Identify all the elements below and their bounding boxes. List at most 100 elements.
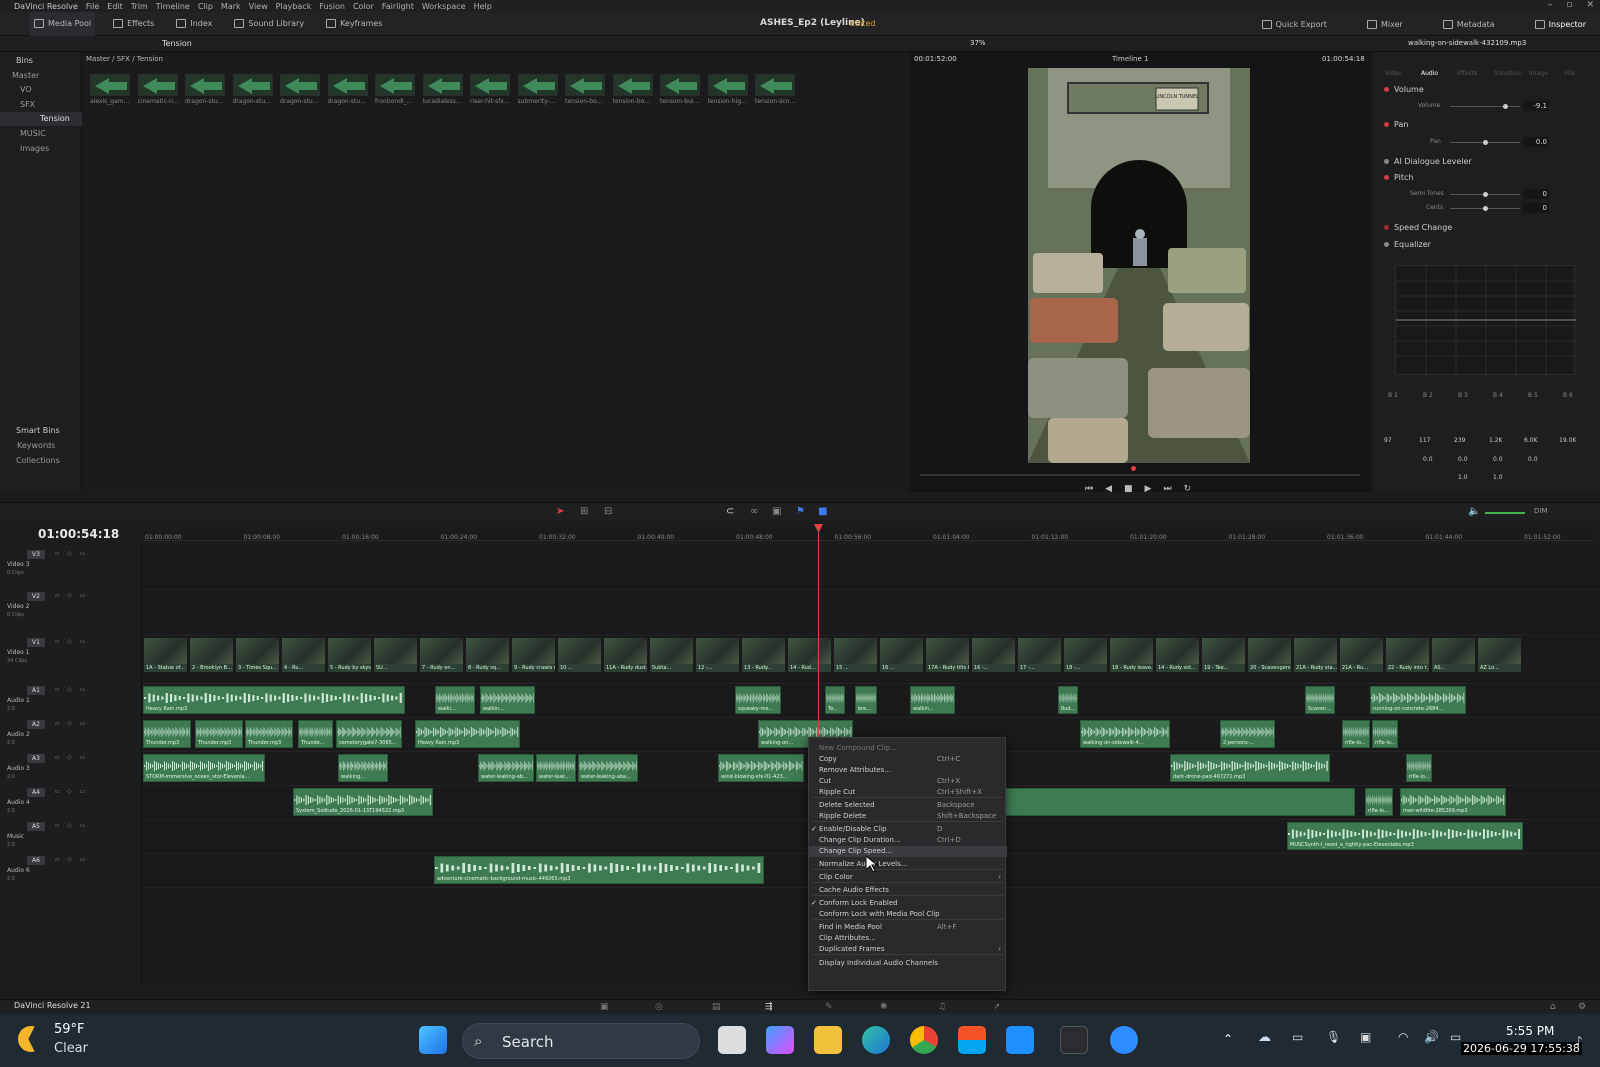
- video-clip[interactable]: AS...: [1431, 637, 1476, 673]
- menu-item-copy[interactable]: Copy Ctrl+C: [809, 754, 1007, 765]
- taskbar-search-text[interactable]: Search: [502, 1033, 554, 1051]
- track-header-v3[interactable]: V3 Video 3 0 Clips ▫◇▭: [0, 548, 142, 590]
- audio-clip[interactable]: MUSCSynth-I_need_a_tightly-pac-Elevenlab…: [1287, 822, 1523, 850]
- audio-clip[interactable]: running-on-concrete-2684...: [1370, 686, 1466, 714]
- menu-item-display-individual-audio-channels[interactable]: Display Individual Audio Channels: [809, 958, 1007, 969]
- store-icon[interactable]: [958, 1026, 986, 1054]
- menu-item-duplicated-frames[interactable]: Duplicated Frames ›: [809, 944, 1007, 955]
- video-clip[interactable]: 22 - Rudy into t...: [1385, 637, 1430, 673]
- video-clip[interactable]: 14 - Rud...: [787, 637, 832, 673]
- step-back-icon[interactable]: ◀: [1105, 484, 1112, 494]
- track-id-badge[interactable]: A1: [27, 686, 45, 695]
- audio-clip[interactable]: walkin...: [910, 686, 955, 714]
- screen-icon[interactable]: ▣: [1360, 1030, 1371, 1044]
- audio-clip[interactable]: Thunde...: [298, 720, 333, 748]
- dim-button[interactable]: DIM: [1534, 507, 1548, 515]
- video-clip[interactable]: 19 - Tee...: [1201, 637, 1246, 673]
- audio-clip[interactable]: Thunder.mp3: [195, 720, 243, 748]
- track-id-badge[interactable]: A5: [27, 822, 45, 831]
- menu-edit[interactable]: Edit: [107, 2, 123, 11]
- eq-band-frequency[interactable]: 6.0K: [1524, 437, 1537, 444]
- edge-icon[interactable]: [862, 1026, 890, 1054]
- inspector-tab-transition[interactable]: Transition: [1493, 70, 1522, 77]
- loop-icon[interactable]: ↻: [1184, 484, 1192, 494]
- audio-clip[interactable]: rifle-lo...: [1342, 720, 1370, 748]
- menu-item-ripple-cut[interactable]: Ripple Cut Ctrl+Shift+X: [809, 787, 1007, 798]
- inspector-button[interactable]: Inspector: [1531, 12, 1590, 36]
- eq-band-frequency[interactable]: 97: [1384, 437, 1392, 444]
- volume-slider-knob[interactable]: [1502, 104, 1508, 109]
- lock-icon[interactable]: ▣: [772, 506, 781, 517]
- metadata-button[interactable]: Metadata: [1439, 12, 1499, 36]
- semitones-value[interactable]: 0: [1523, 189, 1549, 199]
- menu-mark[interactable]: Mark: [221, 2, 241, 11]
- media-pool-clip[interactable]: tension-bui...: [660, 74, 704, 105]
- speed-change-enable-icon[interactable]: [1384, 225, 1389, 230]
- taskbar-search[interactable]: [462, 1023, 700, 1059]
- menu-item-conform-lock-with-media-pool-clip[interactable]: Conform Lock with Media Pool Clip: [809, 909, 1007, 920]
- volume-value[interactable]: -9.1: [1523, 101, 1549, 111]
- video-clip[interactable]: 21A - Ru...: [1339, 637, 1384, 673]
- eq-band-frequency[interactable]: 117: [1419, 437, 1430, 444]
- maximize-icon[interactable]: ▫: [1566, 0, 1572, 10]
- track-id-badge[interactable]: V3: [27, 550, 45, 559]
- track-id-badge[interactable]: A6: [27, 856, 45, 865]
- track-controls-icon[interactable]: ▫◇▭: [55, 788, 93, 795]
- audio-clip[interactable]: walking-on-sidewalk-4...: [1080, 720, 1170, 748]
- menu-color[interactable]: Color: [353, 2, 374, 11]
- media-pool-clip[interactable]: riser-hit-sfx...: [470, 74, 514, 105]
- bin-vo[interactable]: VO: [0, 83, 82, 97]
- settings-gear-icon[interactable]: ⚙: [1578, 1002, 1586, 1012]
- equalizer-enable-icon[interactable]: [1384, 242, 1389, 247]
- play-icon[interactable]: ▶: [1145, 484, 1152, 494]
- audio-clip[interactable]: STORM-immersive_ocean_stor-Elevenla...: [143, 754, 265, 782]
- inspector-tab-audio[interactable]: Audio: [1421, 70, 1438, 77]
- audio-clip[interactable]: 2-persons-...: [1220, 720, 1275, 748]
- track-lane[interactable]: [142, 590, 1600, 636]
- track-controls-icon[interactable]: ▫◇▭: [55, 822, 93, 829]
- task-view-icon[interactable]: [718, 1026, 746, 1054]
- menu-playback[interactable]: Playback: [276, 2, 312, 11]
- media-pool-clip[interactable]: fronbondi_...: [375, 74, 419, 105]
- eq-band-q[interactable]: 1.0: [1458, 474, 1468, 481]
- bin-music[interactable]: MUSIC: [0, 127, 82, 141]
- menu-trim[interactable]: Trim: [131, 2, 148, 11]
- eq-band-label[interactable]: B 3: [1458, 392, 1468, 399]
- menu-item-new-compound-clip[interactable]: New Compound Clip...: [809, 743, 1007, 754]
- audio-clip[interactable]: Thunder.mp3: [245, 720, 293, 748]
- menu-view[interactable]: View: [249, 2, 268, 11]
- flag-icon[interactable]: ⚑: [796, 506, 805, 517]
- track-id-badge[interactable]: A2: [27, 720, 45, 729]
- sound-library-button[interactable]: Sound Library: [230, 12, 308, 36]
- fusion-page-icon[interactable]: ✎: [825, 1002, 833, 1012]
- audio-clip[interactable]: squeaky-me...: [735, 686, 781, 714]
- audio-clip[interactable]: water-leak...: [536, 754, 576, 782]
- audio-clip[interactable]: bre...: [855, 686, 877, 714]
- file-explorer-icon[interactable]: [814, 1026, 842, 1054]
- video-clip[interactable]: 5 - Rudy by skys...: [327, 637, 372, 673]
- menu-item-change-clip-duration[interactable]: Change Clip Duration... Ctrl+D: [809, 835, 1007, 846]
- copilot-icon[interactable]: [766, 1026, 794, 1054]
- eq-band-label[interactable]: B 1: [1388, 392, 1398, 399]
- equalizer-section[interactable]: Equalizer: [1384, 240, 1431, 249]
- video-clip[interactable]: 16 ...: [879, 637, 924, 673]
- color-page-icon[interactable]: ✺: [880, 1002, 888, 1012]
- menu-item-clip-attributes[interactable]: Clip Attributes...: [809, 933, 1007, 944]
- track-id-badge[interactable]: V2: [27, 592, 45, 601]
- microphone-icon[interactable]: 🎙: [1326, 1030, 1341, 1044]
- audio-clip[interactable]: Thunder.mp3: [143, 720, 191, 748]
- trim-tool-icon[interactable]: ⊞: [580, 506, 588, 517]
- go-to-start-icon[interactable]: ⏮: [1085, 484, 1093, 494]
- inspector-tab-image[interactable]: Image: [1529, 70, 1548, 77]
- video-clip[interactable]: 7 - Rudy en...: [419, 637, 464, 673]
- track-controls-icon[interactable]: ▫◇▭: [55, 686, 93, 693]
- viewer-frame[interactable]: LINCOLN TUNNEL: [1028, 68, 1250, 463]
- speed-change-section[interactable]: Speed Change: [1384, 223, 1452, 232]
- eq-band-label[interactable]: B 2: [1423, 392, 1433, 399]
- menu-file[interactable]: File: [86, 2, 99, 11]
- notification-icon[interactable]: ♪: [1575, 1034, 1583, 1048]
- menu-item-enable-disable-clip[interactable]: ✓ Enable/Disable Clip D: [809, 824, 1007, 835]
- minimize-icon[interactable]: –: [1548, 0, 1553, 10]
- audio-clip[interactable]: Te...: [825, 686, 845, 714]
- stop-icon[interactable]: ■: [1124, 484, 1133, 494]
